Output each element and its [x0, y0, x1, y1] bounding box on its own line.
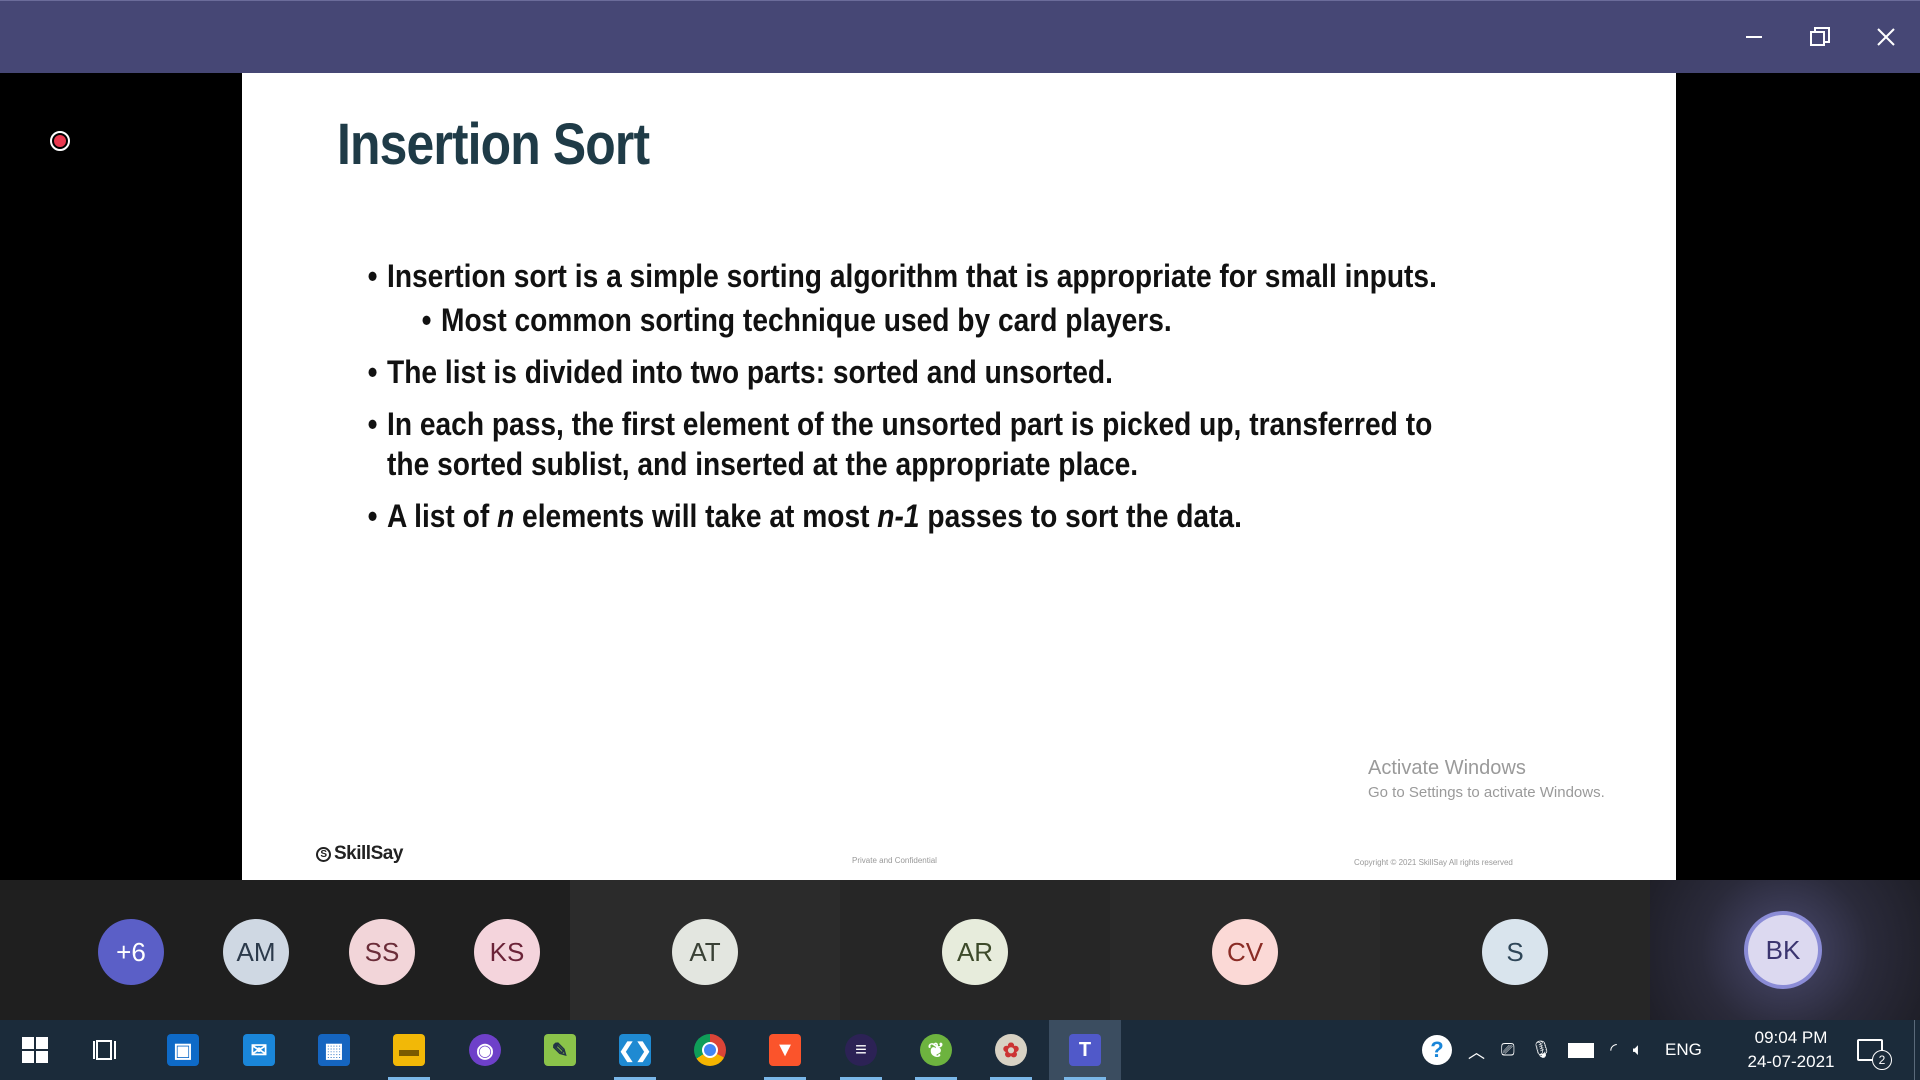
- brave-icon: ▼: [769, 1034, 801, 1066]
- taskbar-mail[interactable]: ✉: [228, 1020, 290, 1080]
- calendar-icon: ▦: [318, 1034, 350, 1066]
- participant-tile[interactable]: S: [1380, 880, 1650, 1020]
- help-icon: ?: [1422, 1035, 1452, 1065]
- participant-avatar[interactable]: AT: [672, 919, 738, 985]
- taskbar-paint[interactable]: ✿: [980, 1020, 1042, 1080]
- participant-avatar[interactable]: AM: [223, 919, 289, 985]
- taskbar-chrome[interactable]: [679, 1020, 741, 1080]
- github-icon: ◉: [469, 1034, 501, 1066]
- participant-tile[interactable]: CV: [1110, 880, 1380, 1020]
- folder-icon: ▬: [393, 1034, 425, 1066]
- wifi-icon: ◜: [1610, 1040, 1617, 1059]
- microphone-icon: 🎙︎: [1530, 1040, 1553, 1059]
- language-indicator[interactable]: ENG: [1665, 1040, 1702, 1060]
- more-participants-button[interactable]: +6: [98, 919, 164, 985]
- skillsay-logo: S SkillSay: [316, 843, 403, 865]
- taskbar-vscode[interactable]: ❮❯: [604, 1020, 666, 1080]
- speaker-icon: 🔈︎: [1632, 1040, 1643, 1059]
- taskbar-file-explorer[interactable]: ▬: [378, 1020, 440, 1080]
- teams-icon: T: [1069, 1034, 1101, 1066]
- activate-windows-watermark: Activate Windows Go to Settings to activ…: [1368, 757, 1605, 801]
- help-button[interactable]: ?: [1422, 1035, 1452, 1065]
- paint-icon: ✿: [995, 1034, 1027, 1066]
- store-icon: ▣: [167, 1034, 199, 1066]
- taskbar-teams[interactable]: T: [1049, 1020, 1121, 1080]
- restore-button[interactable]: [1798, 15, 1842, 59]
- battery-icon: [1568, 1042, 1595, 1058]
- notepad-icon: ✎: [544, 1034, 576, 1066]
- clock-time: 09:04 PM: [1754, 1028, 1828, 1047]
- clock-date: 24-07-2021: [1747, 1052, 1835, 1071]
- minimize-button[interactable]: [1732, 15, 1776, 59]
- spring-icon: ❦: [920, 1034, 952, 1066]
- bullet-item: • The list is divided into two parts: sor…: [367, 354, 1113, 390]
- bullet-item: • A list of n elements will take at most …: [367, 498, 1242, 534]
- participant-group-tile: +6 AM SS KS: [0, 880, 570, 1020]
- close-button[interactable]: [1864, 15, 1908, 59]
- taskbar-github[interactable]: ◉: [454, 1020, 516, 1080]
- start-button[interactable]: [4, 1020, 66, 1080]
- participant-avatar[interactable]: SS: [349, 919, 415, 985]
- eclipse-icon: ≡: [845, 1034, 877, 1066]
- meet-now-icon: ⎚: [1501, 1040, 1515, 1059]
- task-view-icon: [93, 1040, 116, 1060]
- slide-bullets: • Insertion sort is a simple sorting algo…: [357, 256, 1657, 548]
- footer-copyright: Copyright © 2021 SkillSay All rights res…: [1354, 858, 1513, 867]
- taskbar-eclipse[interactable]: ≡: [830, 1020, 892, 1080]
- presentation-slide: Insertion Sort • Insertion sort is a simp…: [242, 73, 1676, 880]
- notification-count-badge: 2: [1872, 1050, 1892, 1070]
- microphone-button[interactable]: 🎙︎: [1531, 1040, 1553, 1060]
- participant-avatar[interactable]: S: [1482, 919, 1548, 985]
- windows-taskbar: ▣ ✉ ▦ ▬ ◉ ✎ ❮❯ ▼ ≡ ❦ ✿ T ? ︿ ⎚ 🎙︎ ◜ 🔈︎ E…: [0, 1020, 1920, 1080]
- footer-confidential: Private and Confidential: [852, 856, 937, 865]
- sub-bullet-item: • Most common sorting technique used by c…: [421, 302, 1172, 338]
- participant-avatar[interactable]: KS: [474, 919, 540, 985]
- system-tray: ? ︿ ⎚ 🎙︎ ◜ 🔈︎ ENG: [1414, 1020, 1710, 1080]
- chrome-icon: [694, 1034, 726, 1066]
- taskbar-notepad-plus[interactable]: ✎: [529, 1020, 591, 1080]
- slide-title: Insertion Sort: [337, 112, 650, 177]
- windows-icon: [22, 1037, 48, 1063]
- notifications-button[interactable]: 2: [1840, 1020, 1900, 1080]
- self-video-tile[interactable]: BK: [1650, 880, 1920, 1020]
- chevron-up-icon: ︿: [1468, 1042, 1485, 1062]
- restore-icon: [1810, 27, 1830, 46]
- taskbar-calendar[interactable]: ▦: [303, 1020, 365, 1080]
- participant-avatar[interactable]: CV: [1212, 919, 1278, 985]
- show-desktop-button[interactable]: [1914, 1020, 1920, 1080]
- battery-button[interactable]: [1568, 1042, 1595, 1058]
- recording-icon: [50, 131, 70, 151]
- clock[interactable]: 09:04 PM 24-07-2021: [1736, 1026, 1846, 1074]
- show-hidden-icons-button[interactable]: ︿: [1468, 1038, 1485, 1063]
- taskbar-spring[interactable]: ❦: [905, 1020, 967, 1080]
- meet-now-button[interactable]: ⎚: [1501, 1040, 1515, 1060]
- vscode-icon: ❮❯: [618, 1034, 652, 1066]
- participants-bar: +6 AM SS KS AT AR CV S BK: [0, 880, 1920, 1020]
- window-title-bar: [0, 0, 1920, 73]
- taskbar-store[interactable]: ▣: [152, 1020, 214, 1080]
- taskbar-brave[interactable]: ▼: [754, 1020, 816, 1080]
- skillsay-mark-icon: S: [316, 846, 331, 862]
- volume-button[interactable]: 🔈︎: [1633, 1040, 1643, 1060]
- network-button[interactable]: ◜: [1610, 1040, 1617, 1060]
- participant-avatar[interactable]: AR: [942, 919, 1008, 985]
- bullet-item: • Insertion sort is a simple sorting algo…: [367, 258, 1437, 294]
- task-view-button[interactable]: [76, 1020, 138, 1080]
- mail-icon: ✉: [243, 1034, 275, 1066]
- participant-tile[interactable]: AR: [840, 880, 1110, 1020]
- bullet-item: • In each pass, the first element of the …: [367, 406, 1433, 482]
- participant-tile[interactable]: AT: [570, 880, 840, 1020]
- close-icon: [1877, 28, 1895, 46]
- self-avatar[interactable]: BK: [1748, 915, 1818, 985]
- minimize-icon: [1746, 36, 1762, 38]
